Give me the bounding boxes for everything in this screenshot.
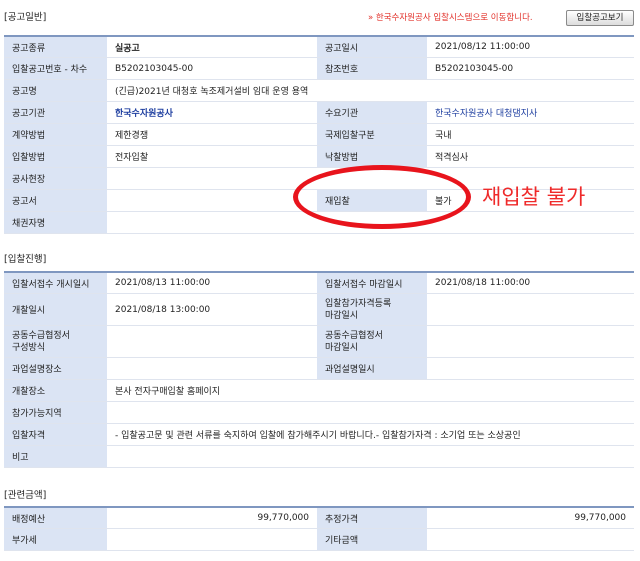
contract-method-value: 제한경쟁 [107,124,317,145]
estimate-label: 추정가격 [317,508,427,528]
creditor-label: 채권자명 [4,212,107,233]
budget-value: 99,770,000 [107,508,317,528]
annotation-text: 재입찰 불가 [482,185,586,209]
intl-bid-type-value: 국내 [427,124,634,145]
opening-date-value: 2021/08/18 13:00:00 [107,294,317,325]
other-amount-value [427,529,634,550]
briefing-date-value [427,358,634,379]
bid-open-value: 2021/08/13 11:00:00 [107,273,317,293]
briefing-date-label: 과업설명일시 [317,358,427,379]
bidding-progress-table: 입찰서접수 개시일시 2021/08/13 11:00:00 입찰서접수 마감일… [4,271,634,468]
notice-date-label: 공고일시 [317,37,427,57]
region-label: 참가가능지역 [4,402,107,423]
opening-date-label: 개찰일시 [4,294,107,325]
notice-name-value: (긴급)2021년 대청호 녹조제거설비 임대 운영 용역 [107,80,634,101]
bid-open-label: 입찰서접수 개시일시 [4,273,107,293]
site-label: 공사현장 [4,168,107,189]
notice-name-label: 공고명 [4,80,107,101]
notice-number-value: B5202103045-00 [107,58,317,79]
joint-deadline-label: 공동수급협정서 마감일시 [317,326,427,357]
demand-org-label: 수요기관 [317,102,427,123]
notice-type-value: 실공고 [107,37,317,57]
table-row: 입찰방법 전자입찰 낙찰방법 적격심사 [4,146,634,168]
notice-org-link[interactable]: 한국수자원공사 [107,102,317,123]
award-method-label: 낙찰방법 [317,146,427,167]
table-row: 공고종류 실공고 공고일시 2021/08/12 11:00:00 [4,37,634,58]
joint-deadline-value [427,326,634,357]
opening-place-value: 본사 전자구매입찰 홈페이지 [107,380,634,401]
reference-number-label: 참조번호 [317,58,427,79]
section-title-general: [공고일반] [4,12,47,23]
other-amount-label: 기타금액 [317,529,427,550]
joint-method-value [107,326,317,357]
notice-number-label: 입찰공고번호 - 차수 [4,58,107,79]
table-row: 입찰서접수 개시일시 2021/08/13 11:00:00 입찰서접수 마감일… [4,273,634,294]
remarks-value [107,446,634,467]
reference-number-value: B5202103045-00 [427,58,634,79]
table-row: 계약방법 제한경쟁 국제입찰구분 국내 [4,124,634,146]
table-row: 부가세 기타금액 [4,529,634,551]
demand-org-link[interactable]: 한국수자원공사 대청댐지사 [427,102,634,123]
table-row: 공고명 (긴급)2021년 대청호 녹조제거설비 임대 운영 용역 [4,80,634,102]
joint-method-label: 공동수급협정서 구성방식 [4,326,107,357]
estimate-value: 99,770,000 [427,508,634,528]
qualification-label: 입찰자격 [4,424,107,445]
briefing-place-value [107,358,317,379]
table-row: 공고기관 한국수자원공사 수요기관 한국수자원공사 대청댐지사 [4,102,634,124]
qual-deadline-label: 입찰참가자격등록 마감일시 [317,294,427,325]
intl-bid-type-label: 국제입찰구분 [317,124,427,145]
region-value [107,402,634,423]
remarks-label: 비고 [4,446,107,467]
table-row: 채권자명 [4,212,634,234]
bid-method-label: 입찰방법 [4,146,107,167]
award-method-value: 적격심사 [427,146,634,167]
table-row: 입찰자격 - 입찰공고문 및 관련 서류를 숙지하여 입찰에 참가해주시기 바랍… [4,424,634,446]
table-row: 과업설명장소 과업설명일시 [4,358,634,380]
qualification-value: - 입찰공고문 및 관련 서류를 숙지하여 입찰에 참가해주시기 바랍니다.- … [107,424,634,445]
bid-close-value: 2021/08/18 11:00:00 [427,273,634,293]
system-redirect-notice: » 한국수자원공사 입찰시스템으로 이동합니다. [368,13,533,23]
bid-close-label: 입찰서접수 마감일시 [317,273,427,293]
table-row: 참가가능지역 [4,402,634,424]
bid-method-value: 전자입찰 [107,146,317,167]
table-row: 배정예산 99,770,000 추정가격 99,770,000 [4,508,634,529]
notice-org-label: 공고기관 [4,102,107,123]
notice-doc-value [107,190,317,211]
qual-deadline-value [427,294,634,325]
table-row: 비고 [4,446,634,468]
table-row: 공동수급협정서 구성방식 공동수급협정서 마감일시 [4,326,634,358]
section-title-amounts: [관련금액] [4,490,47,501]
table-row: 개찰일시 2021/08/18 13:00:00 입찰참가자격등록 마감일시 [4,294,634,326]
view-notice-button[interactable]: 입찰공고보기 [566,10,634,26]
table-row: 입찰공고번호 - 차수 B5202103045-00 참조번호 B5202103… [4,58,634,80]
amounts-table: 배정예산 99,770,000 추정가격 99,770,000 부가세 기타금액 [4,506,634,551]
section-title-bidding: [입찰진행] [4,254,47,265]
table-row: 개찰장소 본사 전자구매입찰 홈페이지 [4,380,634,402]
creditor-value [107,212,634,233]
vat-label: 부가세 [4,529,107,550]
opening-place-label: 개찰장소 [4,380,107,401]
budget-label: 배정예산 [4,508,107,528]
notice-type-label: 공고종류 [4,37,107,57]
notice-date-value: 2021/08/12 11:00:00 [427,37,634,57]
vat-value [107,529,317,550]
briefing-place-label: 과업설명장소 [4,358,107,379]
notice-doc-label: 공고서 [4,190,107,211]
rebid-label: 재입찰 [317,190,427,211]
contract-method-label: 계약방법 [4,124,107,145]
